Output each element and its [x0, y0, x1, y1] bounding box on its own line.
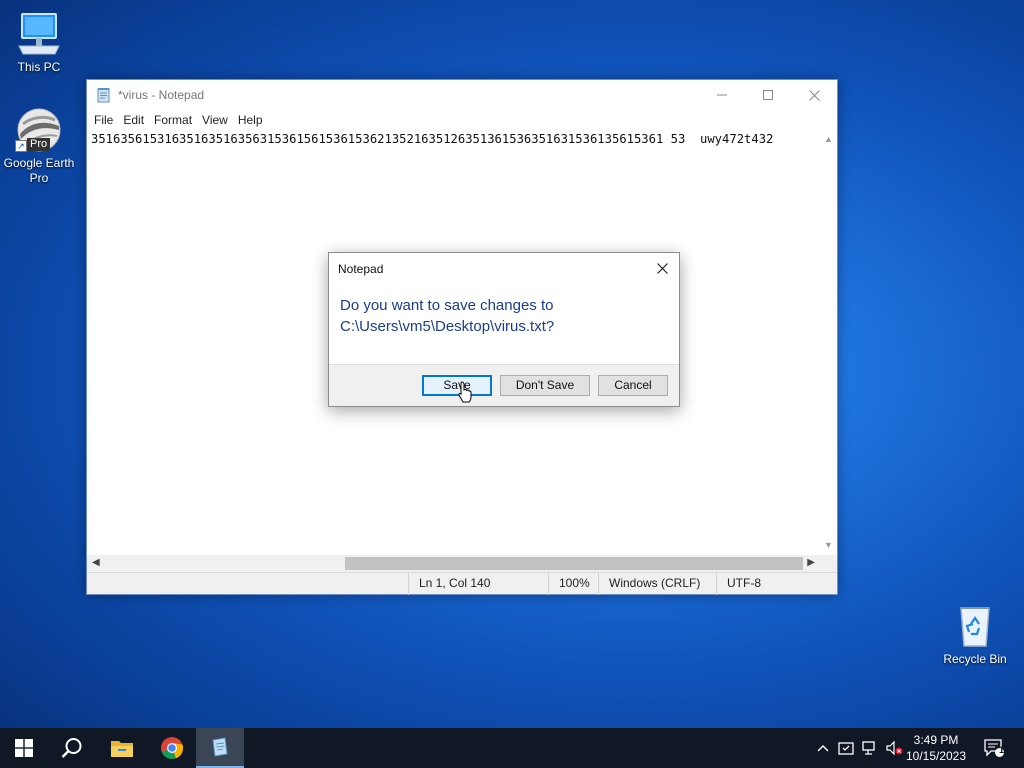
size-grip[interactable]	[820, 555, 837, 572]
notification-count-badge: 1	[998, 745, 1004, 755]
desktop-icon-this-pc[interactable]: This PC	[1, 10, 77, 75]
close-icon	[656, 262, 668, 274]
desktop-icon-recycle-bin[interactable]: Recycle Bin	[937, 602, 1013, 667]
status-zoom: 100%	[548, 573, 598, 595]
dont-save-button[interactable]: Don't Save	[500, 375, 590, 396]
recycle-bin-icon	[951, 602, 999, 650]
menu-view[interactable]: View	[197, 113, 233, 127]
minimize-button[interactable]	[699, 80, 745, 110]
close-icon	[808, 89, 820, 101]
window-title: *virus - Notepad	[118, 88, 205, 102]
tray-volume-button[interactable]	[883, 728, 905, 768]
dialog-message-line1: Do you want to save changes to	[340, 297, 554, 314]
chevron-up-icon	[817, 745, 829, 752]
folder-icon	[111, 741, 133, 757]
clock-date: 10/15/2023	[905, 749, 967, 763]
desktop-icon-label: This PC	[17, 60, 61, 74]
status-bar: Ln 1, Col 140 100% Windows (CRLF) UTF-8	[87, 572, 837, 595]
pro-badge: Pro	[27, 138, 51, 151]
save-changes-dialog[interactable]: Notepad Do you want to save changes to C…	[328, 252, 680, 407]
search-icon	[61, 738, 82, 758]
desktop-icon-label: Recycle Bin	[943, 652, 1007, 666]
status-position: Ln 1, Col 140	[408, 573, 548, 595]
minimize-icon	[717, 94, 727, 96]
notepad-icon	[212, 737, 228, 757]
taskbar: 3:49 PM 10/15/2023 1	[0, 728, 1024, 768]
scroll-right-icon[interactable]: ▶	[807, 557, 815, 568]
menu-edit[interactable]: Edit	[118, 113, 149, 127]
horizontal-scrollbar[interactable]: ◀ ▶	[87, 555, 820, 572]
search-button[interactable]	[48, 728, 96, 768]
menu-help[interactable]: Help	[233, 113, 268, 127]
status-encoding: UTF-8	[716, 573, 816, 595]
taskbar-chrome[interactable]	[148, 728, 196, 768]
dialog-message-line2: C:\Users\vm5\Desktop\virus.txt?	[340, 318, 555, 335]
menu-file[interactable]: File	[89, 113, 118, 127]
chrome-icon	[161, 737, 184, 760]
windows-logo-icon	[15, 739, 33, 757]
maximize-button[interactable]	[745, 80, 791, 110]
menu-format[interactable]: Format	[149, 113, 197, 127]
menu-bar: File Edit Format View Help	[87, 110, 837, 130]
start-button[interactable]	[0, 728, 48, 768]
taskbar-clock[interactable]: 3:49 PM 10/15/2023	[904, 732, 968, 764]
dialog-footer: Save Don't Save Cancel	[329, 364, 679, 406]
dialog-title: Notepad	[338, 262, 384, 276]
mouse-pointer-icon	[458, 381, 472, 403]
window-titlebar[interactable]: *virus - Notepad	[87, 80, 837, 110]
scroll-up-icon[interactable]: ▲	[824, 134, 833, 144]
shortcut-arrow-icon: ↗	[15, 140, 27, 152]
dialog-close-button[interactable]	[645, 253, 679, 283]
taskbar-notepad[interactable]	[196, 728, 244, 768]
desktop-icon-google-earth-pro[interactable]: Pro ↗ Google Earth Pro	[1, 106, 77, 186]
scroll-left-icon[interactable]: ◀	[92, 557, 100, 568]
taskbar-file-explorer[interactable]	[98, 728, 146, 768]
clock-time: 3:49 PM	[913, 733, 959, 747]
dialog-message: Do you want to save changes to C:\Users\…	[340, 295, 554, 337]
action-center-button[interactable]: 1	[978, 728, 1010, 768]
security-icon	[838, 742, 854, 755]
computer-icon	[15, 10, 63, 58]
desktop-icon-label: Google Earth Pro	[3, 156, 75, 185]
vertical-scrollbar[interactable]: ▲ ▼	[820, 130, 837, 554]
save-button[interactable]: Save	[422, 375, 492, 396]
volume-muted-icon	[886, 740, 903, 756]
horizontal-scroll-thumb[interactable]	[345, 557, 803, 570]
tray-security-button[interactable]	[835, 728, 857, 768]
status-line-ending: Windows (CRLF)	[598, 573, 718, 595]
tray-network-button[interactable]	[859, 728, 881, 768]
close-button[interactable]	[791, 80, 837, 110]
show-hidden-icons-button[interactable]	[813, 728, 833, 768]
notepad-icon	[96, 87, 112, 103]
network-icon	[862, 741, 875, 755]
google-earth-icon: Pro ↗	[15, 106, 63, 154]
cancel-button[interactable]: Cancel	[598, 375, 668, 396]
scroll-down-icon[interactable]: ▼	[824, 540, 833, 550]
maximize-icon	[763, 90, 773, 100]
